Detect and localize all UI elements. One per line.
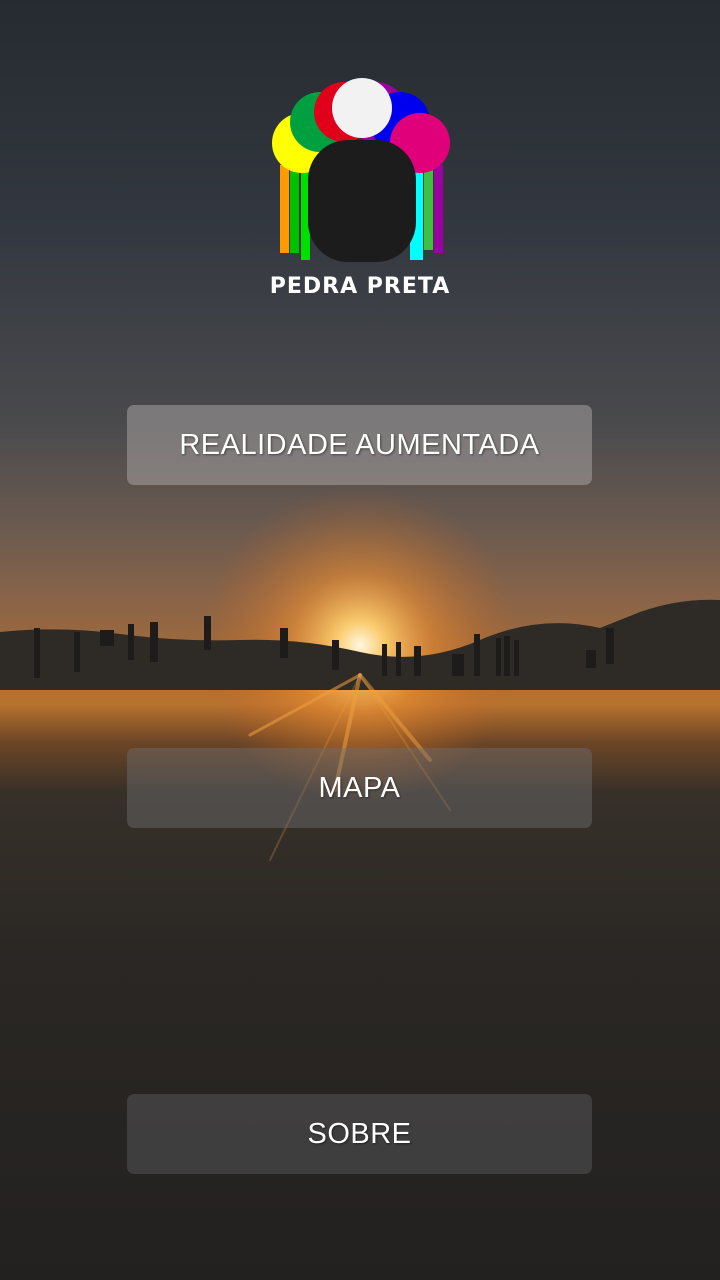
mapa-button[interactable]: MAPA <box>127 748 592 828</box>
sobre-button[interactable]: SOBRE <box>127 1094 592 1174</box>
brand-name: PEDRA PRETA <box>269 274 451 299</box>
realidade-aumentada-button[interactable]: REALIDADE AUMENTADA <box>127 405 592 485</box>
pedra-preta-logo <box>260 70 460 270</box>
logo-graphic <box>272 78 450 262</box>
